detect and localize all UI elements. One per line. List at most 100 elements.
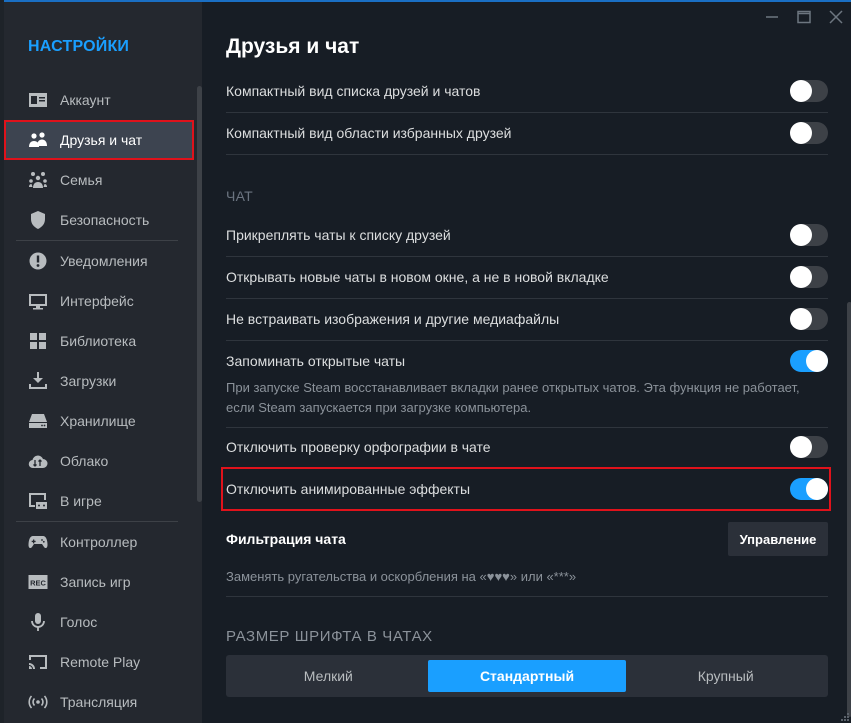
setting-label: Не встраивать изображения и другие медиа… xyxy=(226,311,560,327)
sidebar-item-label: Интерфейс xyxy=(60,293,134,309)
setting-row-disable-animations: Отключить анимированные эффекты xyxy=(226,478,828,500)
sidebar-item-label: Голос xyxy=(60,614,98,630)
sidebar-item-label: Запись игр xyxy=(60,574,131,590)
setting-label: Открывать новые чаты в новом окне, а не … xyxy=(226,269,609,285)
setting-description: Заменять ругательства и оскорбления на «… xyxy=(226,569,577,584)
toggle-no-embed-media[interactable] xyxy=(790,308,828,330)
sidebar-item-label: Облако xyxy=(60,453,109,469)
setting-label: Фильтрация чата xyxy=(226,531,346,547)
download-icon xyxy=(28,371,48,391)
toggle-knob xyxy=(790,224,812,246)
toggle-dock-chats[interactable] xyxy=(790,224,828,246)
sidebar-item-broadcast[interactable]: Трансляция xyxy=(4,682,194,722)
sidebar-item-remote-play[interactable]: Remote Play xyxy=(4,642,194,682)
sidebar-item-label: Семья xyxy=(60,172,103,188)
setting-row-new-window-chats: Открывать новые чаты в новом окне, а не … xyxy=(226,266,828,288)
toggle-knob xyxy=(790,436,812,458)
svg-text:REC: REC xyxy=(30,579,46,588)
sidebar-item-label: Уведомления xyxy=(60,253,148,269)
toggle-remember-chats[interactable] xyxy=(790,350,828,372)
section-heading-font-size: РАЗМЕР ШРИФТА В ЧАТАХ xyxy=(226,628,433,645)
setting-label: Прикреплять чаты к списку друзей xyxy=(226,227,451,243)
maximize-button[interactable] xyxy=(795,8,813,26)
setting-row-compact-favorites: Компактный вид области избранных друзей xyxy=(226,122,828,144)
sidebar-item-label: Хранилище xyxy=(60,413,136,429)
divider xyxy=(226,596,828,597)
sidebar-item-label: Трансляция xyxy=(60,694,138,710)
sidebar-title: НАСТРОЙКИ xyxy=(28,38,130,55)
sidebar-item-friends-chat[interactable]: Друзья и чат xyxy=(4,120,194,160)
toggle-knob xyxy=(790,266,812,288)
sidebar-item-cloud[interactable]: Облако xyxy=(4,441,194,481)
toggle-compact-favorites[interactable] xyxy=(790,122,828,144)
divider xyxy=(226,427,828,428)
close-icon xyxy=(829,10,843,24)
sidebar-item-library[interactable]: Библиотека xyxy=(4,321,194,361)
setting-label: Компактный вид области избранных друзей xyxy=(226,125,512,141)
toggle-knob xyxy=(790,308,812,330)
toggle-disable-animations[interactable] xyxy=(790,478,828,500)
minimize-button[interactable] xyxy=(763,8,781,26)
divider xyxy=(226,154,828,155)
sidebar-item-label: Контроллер xyxy=(60,534,138,550)
in-game-icon xyxy=(28,491,48,511)
font-size-small[interactable]: Мелкий xyxy=(229,660,428,692)
maximize-icon xyxy=(797,10,811,24)
sidebar-item-downloads[interactable]: Загрузки xyxy=(4,361,194,401)
monitor-icon xyxy=(28,291,48,311)
microphone-icon xyxy=(28,612,48,632)
close-button[interactable] xyxy=(827,8,845,26)
content-scrollbar[interactable] xyxy=(847,302,851,717)
sidebar-item-label: Друзья и чат xyxy=(60,132,143,148)
toggle-new-window-chats[interactable] xyxy=(790,266,828,288)
font-size-large[interactable]: Крупный xyxy=(626,660,825,692)
sidebar-item-interface[interactable]: Интерфейс xyxy=(4,281,194,321)
page-title: Друзья и чат xyxy=(226,35,360,58)
setting-label: Отключить проверку орфографии в чате xyxy=(226,439,491,455)
sidebar-item-voice[interactable]: Голос xyxy=(4,602,194,642)
cast-icon xyxy=(28,652,48,672)
manage-filter-button[interactable]: Управление xyxy=(728,522,828,556)
sidebar-item-label: Библиотека xyxy=(60,333,137,349)
divider xyxy=(226,112,828,113)
sidebar-item-label: Безопасность xyxy=(60,212,150,228)
setting-label: Компактный вид списка друзей и чатов xyxy=(226,83,481,99)
settings-sidebar: НАСТРОЙКИ Аккаунт Друзья и чат Семья Без… xyxy=(4,2,202,723)
font-size-selector: Мелкий Стандартный Крупный xyxy=(226,655,828,697)
setting-description: При запуске Steam восстанавливает вкладк… xyxy=(226,380,800,415)
setting-row-disable-spellcheck: Отключить проверку орфографии в чате xyxy=(226,436,828,458)
sidebar-item-controller[interactable]: Контроллер xyxy=(4,522,194,562)
sidebar-item-storage[interactable]: Хранилище xyxy=(4,401,194,441)
setting-label: Запоминать открытые чаты xyxy=(226,353,406,369)
sidebar-item-label: Загрузки xyxy=(60,373,117,389)
resize-grip-icon[interactable] xyxy=(841,713,849,721)
alert-icon xyxy=(28,251,48,271)
toggle-knob xyxy=(806,350,828,372)
sidebar-item-security[interactable]: Безопасность xyxy=(4,200,194,240)
divider xyxy=(226,256,828,257)
setting-label: Отключить анимированные эффекты xyxy=(226,481,471,497)
shield-icon xyxy=(28,210,48,230)
gamepad-icon xyxy=(28,532,48,552)
sidebar-item-account[interactable]: Аккаунт xyxy=(4,80,194,120)
setting-row-remember-chats: Запоминать открытые чаты xyxy=(226,350,828,372)
setting-row-no-embed-media: Не встраивать изображения и другие медиа… xyxy=(226,308,828,330)
toggle-knob xyxy=(806,478,828,500)
rec-icon: REC xyxy=(28,572,48,592)
sidebar-item-in-game[interactable]: В игре xyxy=(4,481,194,521)
setting-row-dock-chats: Прикреплять чаты к списку друзей xyxy=(226,224,828,246)
window-controls xyxy=(763,8,845,26)
font-size-standard[interactable]: Стандартный xyxy=(427,660,627,692)
toggle-compact-friends-list[interactable] xyxy=(790,80,828,102)
cloud-sync-icon xyxy=(28,451,48,471)
storage-icon xyxy=(28,411,48,431)
toggle-disable-spellcheck[interactable] xyxy=(790,436,828,458)
sidebar-item-label: Remote Play xyxy=(60,654,141,670)
family-icon xyxy=(28,170,48,190)
sidebar-item-family[interactable]: Семья xyxy=(4,160,194,200)
sidebar-item-notifications[interactable]: Уведомления xyxy=(4,241,194,281)
sidebar-item-game-recording[interactable]: REC Запись игр xyxy=(4,562,194,602)
divider xyxy=(226,340,828,341)
toggle-knob xyxy=(790,122,812,144)
toggle-knob xyxy=(790,80,812,102)
